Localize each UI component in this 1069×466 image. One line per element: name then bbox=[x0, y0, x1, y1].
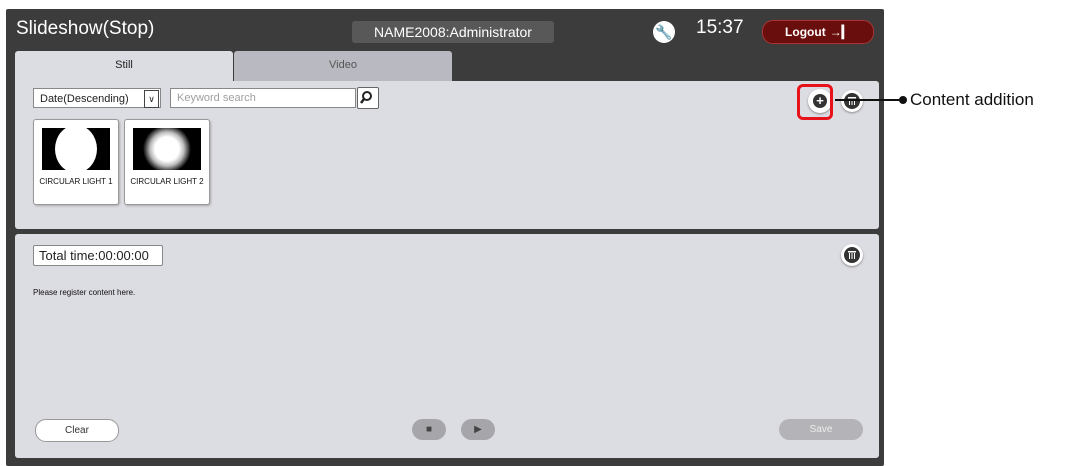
page-title: Slideshow(Stop) bbox=[16, 18, 155, 39]
app-window: Slideshow(Stop) NAME2008:Administrator 🔧… bbox=[6, 9, 884, 466]
play-icon: ▶ bbox=[474, 424, 482, 435]
stop-icon: ■ bbox=[425, 424, 433, 435]
total-time-display: Total time:00:00:00 bbox=[33, 245, 163, 266]
thumbnail-image bbox=[42, 128, 110, 170]
content-item-label: CIRCULAR LIGHT 2 bbox=[130, 177, 204, 186]
logout-button[interactable]: Logout →▎ bbox=[762, 20, 874, 44]
chevron-down-icon[interactable]: ∨ bbox=[144, 90, 159, 108]
delete-playlist-button[interactable] bbox=[841, 244, 863, 266]
sort-value: Date(Descending) bbox=[40, 93, 129, 105]
playlist-panel: Total time:00:00:00 Please register cont… bbox=[15, 234, 879, 458]
tab-still[interactable]: Still bbox=[15, 51, 233, 82]
delete-content-button[interactable] bbox=[841, 90, 863, 112]
clear-button[interactable]: Clear bbox=[35, 419, 119, 442]
sort-select[interactable]: Date(Descending) ∨ bbox=[33, 88, 161, 108]
logout-label: Logout bbox=[785, 25, 826, 39]
callout-dot bbox=[899, 96, 907, 104]
add-button-highlight bbox=[797, 84, 833, 120]
search-icon bbox=[360, 91, 372, 104]
trash-icon bbox=[844, 247, 860, 263]
content-item-circular-light-2[interactable]: CIRCULAR LIGHT 2 bbox=[124, 119, 210, 205]
callout-label: Content addition bbox=[910, 90, 1034, 109]
stop-button[interactable]: ■ bbox=[412, 419, 446, 440]
user-label: NAME2008:Administrator bbox=[352, 21, 554, 43]
clock: 15:37 bbox=[696, 17, 744, 38]
content-item-label: CIRCULAR LIGHT 1 bbox=[39, 177, 113, 186]
keyword-search-input[interactable] bbox=[170, 88, 356, 108]
title-bar: Slideshow(Stop) NAME2008:Administrator 🔧… bbox=[6, 9, 884, 51]
save-button[interactable]: Save bbox=[779, 419, 863, 440]
tab-video[interactable]: Video bbox=[234, 51, 452, 82]
content-item-circular-light-1[interactable]: CIRCULAR LIGHT 1 bbox=[33, 119, 119, 205]
search-button[interactable] bbox=[357, 87, 379, 109]
wrench-icon[interactable]: 🔧 bbox=[653, 21, 675, 43]
logout-icon: →▎ bbox=[829, 25, 851, 39]
callout-line bbox=[835, 99, 901, 101]
play-button[interactable]: ▶ bbox=[461, 419, 495, 440]
thumbnail-image bbox=[133, 128, 201, 170]
playlist-hint: Please register content here. bbox=[33, 288, 136, 297]
trash-icon bbox=[844, 93, 860, 109]
content-panel: Date(Descending) ∨ + C bbox=[15, 81, 879, 229]
